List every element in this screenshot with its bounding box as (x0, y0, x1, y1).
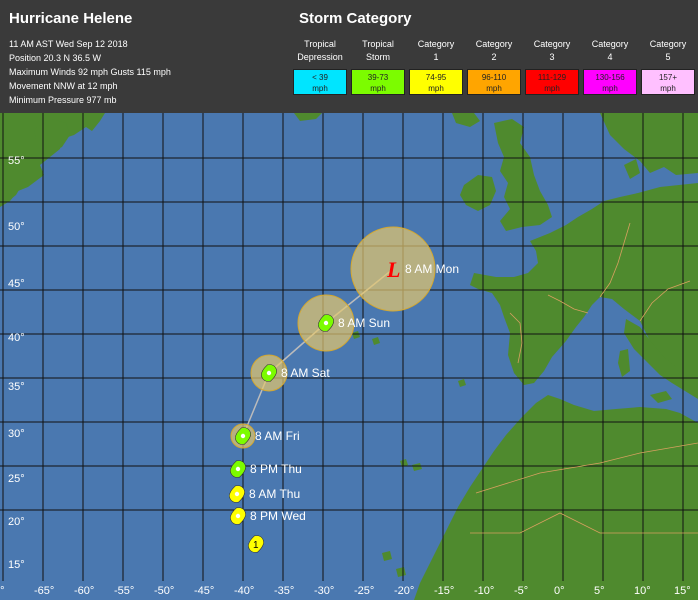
longitude-label: -40° (234, 585, 254, 597)
storm-winds: Maximum Winds 92 mph Gusts 115 mph (9, 67, 171, 77)
legend-category-unit: mph (486, 84, 502, 93)
legend-category-unit: mph (370, 84, 386, 93)
low-pressure-letter: L (386, 257, 400, 282)
track-point-label: 8 PM Wed (250, 509, 306, 523)
legend-category-unit: mph (602, 84, 618, 93)
longitude-label: -50° (154, 585, 174, 597)
legend-category-line1: Category (475, 39, 513, 49)
longitude-label: 0° (554, 585, 565, 597)
legend-category-range: 157+ (658, 73, 678, 82)
legend-category-swatch: 111-129 mph (525, 69, 579, 95)
longitude-label: -25° (354, 585, 374, 597)
legend-category-unit: mph (428, 84, 444, 93)
latitude-label: 45° (8, 278, 25, 290)
longitude-label: 0° (0, 585, 5, 597)
legend-category-line2: 5 (665, 52, 671, 62)
longitude-label: 15° (674, 585, 691, 597)
legend-category-swatch: 157+ mph (641, 69, 695, 95)
legend-category-line1: Category (533, 39, 571, 49)
longitude-label: -35° (274, 585, 294, 597)
legend-category-line1: Category (591, 39, 629, 49)
latitude-label: 55° (8, 155, 25, 167)
storm-title: Hurricane Helene (9, 10, 133, 27)
legend-category-range: 39-73 (367, 73, 389, 82)
longitude-label: -20° (394, 585, 414, 597)
longitude-label: -10° (474, 585, 494, 597)
storm-pressure: Minimum Pressure 977 mb (9, 95, 117, 105)
latitude-label: 25° (8, 473, 25, 485)
longitude-label: -30° (314, 585, 334, 597)
legend-category-swatch: < 39 mph (293, 69, 347, 95)
legend-category-label: Category 2 (465, 38, 523, 64)
track-map[interactable]: 0° -65° -60° -55° -50° -45° -40° -35° -30° -25° -2… (0, 113, 698, 600)
legend-category-range: 74-95 (425, 73, 447, 82)
legend-category-swatch: 74-95 mph (409, 69, 463, 95)
longitude-label: -60° (74, 585, 94, 597)
legend-category-range: < 39 (312, 73, 328, 82)
legend-category-line1: Tropical (304, 39, 336, 49)
low-pressure-icon[interactable]: L (386, 257, 400, 282)
latitude-label: 40° (8, 332, 25, 344)
longitude-label: -15° (434, 585, 454, 597)
longitude-label: -55° (114, 585, 134, 597)
legend-category-unit: mph (544, 84, 560, 93)
latitude-label: 50° (8, 221, 25, 233)
legend-category-line2: Storm (365, 52, 390, 62)
track-point-label: 8 AM Sat (281, 366, 330, 380)
longitude-label: -45° (194, 585, 214, 597)
legend-category-range: 96-110 (481, 73, 507, 82)
legend-category-line1: Category (649, 39, 687, 49)
latitude-label: 20° (8, 516, 25, 528)
legend-category-line2: Depression (297, 52, 343, 62)
latitude-label: 35° (8, 381, 25, 393)
legend-category-swatch: 130-156 mph (583, 69, 637, 95)
advisory-time: 11 AM AST Wed Sep 12 2018 (9, 39, 128, 49)
legend-category-unit: mph (660, 84, 676, 93)
longitude-label: 10° (634, 585, 651, 597)
track-point-label: 8 AM Mon (405, 262, 459, 276)
legend-category-range: 130-156 (595, 73, 625, 82)
legend-category-label: Tropical Storm (349, 38, 407, 64)
storm-movement: Movement NNW at 12 mph (9, 81, 118, 91)
storm-position: Position 20.3 N 36.5 W (9, 53, 102, 63)
legend-category-label: Tropical Depression (291, 38, 349, 64)
legend-category-line1: Tropical (362, 39, 394, 49)
legend-category-label: Category 4 (581, 38, 639, 64)
legend-category-line2: 1 (433, 52, 439, 62)
latitude-label: 30° (8, 428, 25, 440)
legend-category-swatch: 39-73 mph (351, 69, 405, 95)
legend-title: Storm Category (299, 10, 412, 27)
header-panel: Hurricane Helene 11 AM AST Wed Sep 12 20… (0, 0, 698, 113)
track-point-label: 8 AM Sun (338, 316, 390, 330)
legend-category-line2: 4 (607, 52, 613, 62)
track-point-label: 8 PM Thu (250, 462, 302, 476)
track-point-label: 8 AM Thu (249, 487, 300, 501)
legend-category-range: 111-129 (537, 73, 567, 82)
legend-category-label: Category 5 (639, 38, 697, 64)
latitude-label: 15° (8, 559, 25, 571)
legend-category-label: Category 3 (523, 38, 581, 64)
longitude-label: 5° (594, 585, 605, 597)
legend-category-swatch: 96-110 mph (467, 69, 521, 95)
legend-category-unit: mph (312, 84, 328, 93)
legend-category-line2: 3 (549, 52, 555, 62)
legend-category-label: Category 1 (407, 38, 465, 64)
legend-category-line2: 2 (491, 52, 497, 62)
storm-category-number: 1 (253, 540, 259, 551)
longitude-label: -5° (514, 585, 528, 597)
legend-category-line1: Category (417, 39, 455, 49)
track-point-label: 8 AM Fri (255, 429, 300, 443)
longitude-label: -65° (34, 585, 54, 597)
